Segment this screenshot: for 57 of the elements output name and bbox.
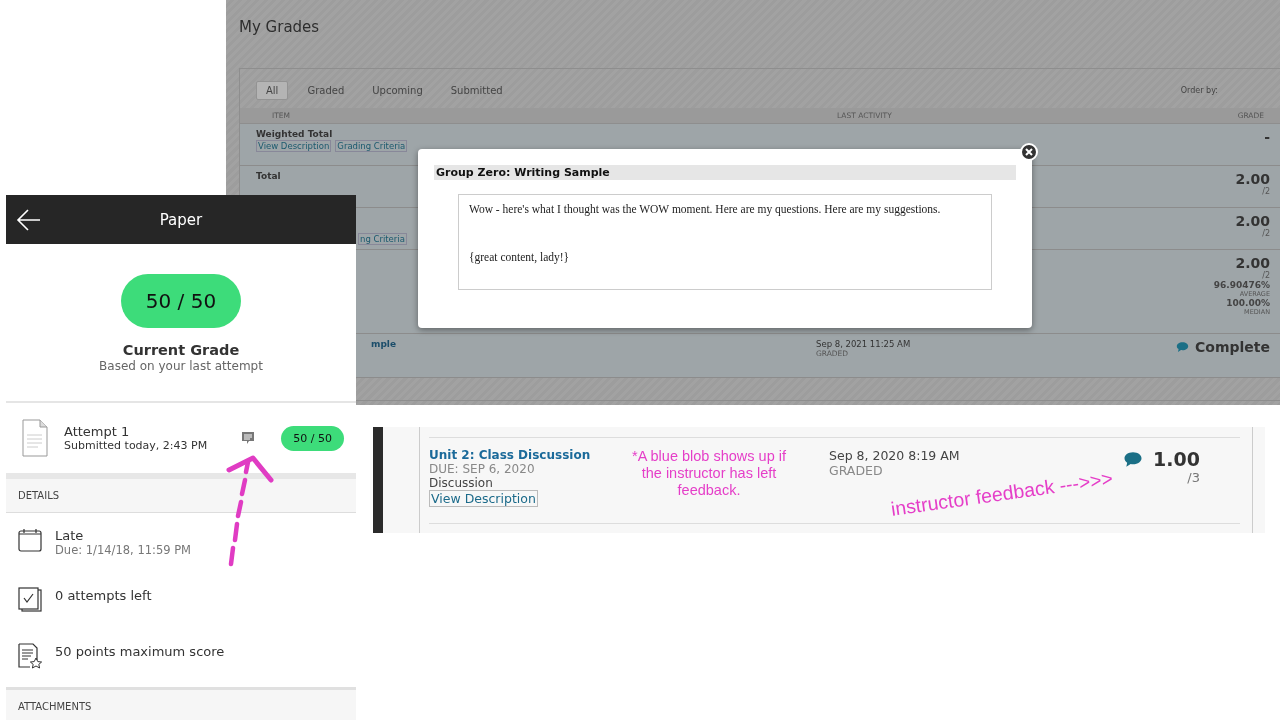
item-link[interactable]: mple — [371, 339, 396, 349]
feedback-text: Wow - here's what I thought was the WOW moment. Here are my questions. Here are my suggestions. — [469, 203, 942, 215]
detail-subtitle: Due: 1/14/18, 11:59 PM — [55, 543, 192, 557]
document-icon — [22, 419, 48, 457]
screen-title: Paper — [159, 210, 203, 229]
row-link[interactable]: ng Criteria — [358, 233, 407, 245]
annotation-note: *A blue blob shows up if the instructor has left feedback. — [631, 448, 787, 500]
detail-title: 0 attempts left — [55, 588, 152, 603]
grade-value: 2.00 — [1235, 255, 1270, 271]
order-by-label: Order by: — [1180, 86, 1218, 95]
feedback-text: {great content, lady!} — [469, 251, 571, 263]
checkbox-stack-icon — [18, 587, 43, 613]
section-header: ATTACHMENTS — [6, 687, 356, 720]
grade-pill: 50 / 50 — [120, 274, 242, 328]
due-date: DUE: SEP 6, 2020 — [429, 462, 536, 476]
item-type: Discussion — [429, 476, 494, 490]
dialog-title: Group Zero: Writing Sample — [434, 165, 1016, 180]
grade-value: 2.00 — [1235, 213, 1270, 229]
section-header: DETAILS — [6, 479, 356, 513]
calendar-icon — [18, 527, 43, 553]
grade-pill: 50 / 50 — [281, 425, 344, 451]
grade-max: /2 — [1262, 271, 1270, 280]
grade-note: Based on your last attempt — [99, 359, 263, 373]
grade-max: /3 — [1187, 470, 1200, 485]
annotation-label: instructor feedback --->>> — [889, 466, 1115, 521]
comment-icon[interactable] — [241, 431, 256, 445]
attempt-title[interactable]: Attempt 1 — [64, 424, 226, 439]
item-link[interactable]: Unit 2: Class Discussion — [429, 448, 624, 462]
activity-status: GRADED — [829, 463, 884, 478]
detail-title: 50 points maximum score — [55, 644, 225, 659]
comment-icon[interactable] — [1123, 450, 1144, 468]
filter-tab[interactable]: Submitted — [441, 82, 512, 99]
filter-tab[interactable]: All — [256, 81, 289, 100]
attempt-submitted: Submitted today, 2:43 PM — [64, 439, 209, 452]
filter-tab[interactable]: Graded — [298, 82, 354, 99]
stat-value: 96.90476% — [1213, 280, 1270, 290]
grade-value: 2.00 — [1235, 171, 1270, 187]
grade-max: /2 — [1262, 229, 1270, 238]
row-link[interactable]: View Description — [256, 140, 332, 152]
item-name: Weighted Total — [256, 129, 333, 139]
view-description-link[interactable]: View Description — [429, 490, 538, 507]
page-title: My Grades — [239, 18, 320, 36]
detail-title: Late — [55, 528, 85, 543]
row-link[interactable]: Grading Criteria — [335, 140, 408, 152]
grade-value: Complete — [1176, 339, 1270, 355]
back-button[interactable] — [16, 207, 42, 233]
stat-value: 100.00% — [1226, 298, 1270, 308]
grade-value: 1.00 — [1123, 448, 1200, 470]
item-name: Total — [256, 171, 281, 181]
grade-label: Current Grade — [122, 342, 240, 358]
close-icon[interactable] — [1020, 143, 1038, 161]
document-star-icon — [18, 643, 43, 669]
activity-date: Sep 8, 2020 8:19 AM — [829, 448, 961, 463]
activity-date: Sep 8, 2021 11:25 AM — [816, 339, 912, 349]
grade-value: - — [1264, 129, 1270, 145]
filter-tab[interactable]: Upcoming — [363, 82, 432, 99]
grade-max: /2 — [1262, 187, 1270, 196]
